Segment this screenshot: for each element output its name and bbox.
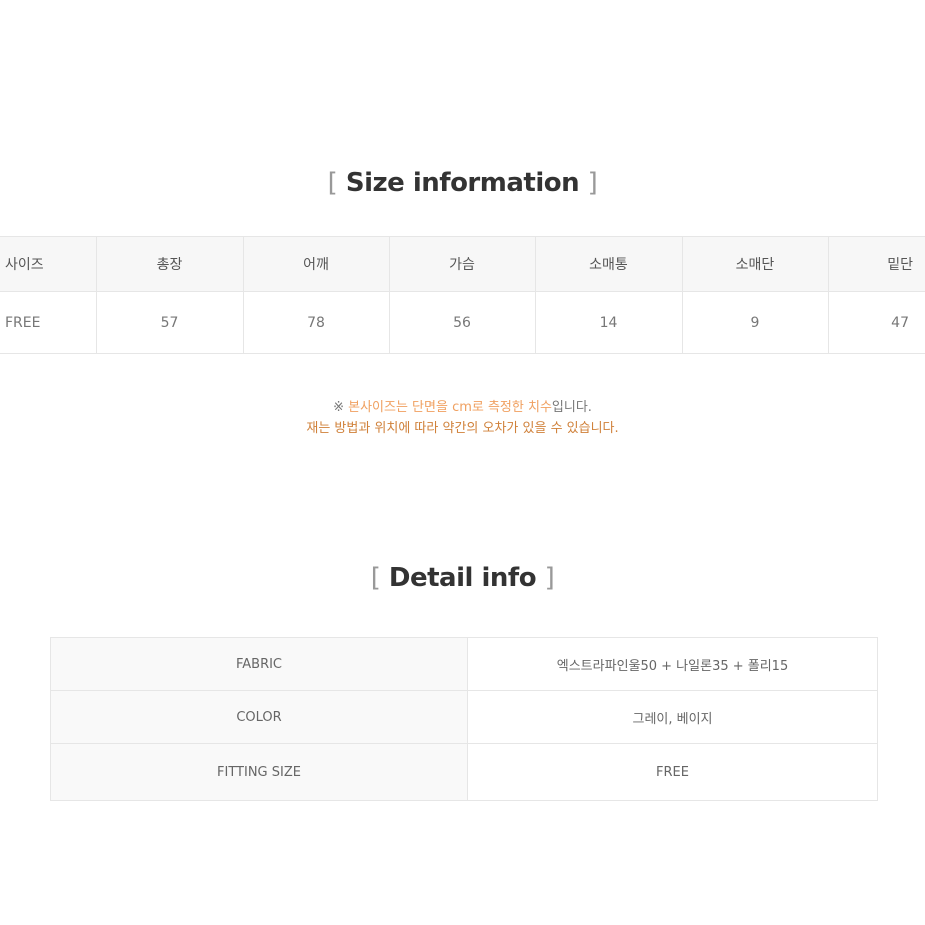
bracket-close: ] <box>544 563 555 593</box>
table-row: FREE 57 78 56 14 9 47 <box>0 291 925 354</box>
detail-value: 엑스트라파인울50 + 나일론35 + 폴리15 <box>467 637 878 691</box>
detail-value: 그레이, 베이지 <box>467 690 878 744</box>
size-cell: 56 <box>388 291 536 354</box>
measurement-note: ※ 본사이즈는 단면을 cm로 측정한 치수입니다. 재는 방법과 위치에 따라… <box>0 397 925 439</box>
size-cell: 78 <box>242 291 390 354</box>
header-cell: 밑단 <box>827 236 925 292</box>
size-table-header: 사이즈 총장 어깨 가슴 소매통 소매단 밑단 <box>0 236 925 292</box>
note-mark: ※ <box>333 400 344 415</box>
detail-info-title: [ Detail info ] <box>0 563 925 593</box>
bracket-close: ] <box>587 168 598 198</box>
header-cell: 사이즈 <box>0 236 97 292</box>
size-cell: FREE <box>0 291 97 354</box>
detail-table: FABRIC 엑스트라파인울50 + 나일론35 + 폴리15 COLOR 그레… <box>50 637 878 801</box>
table-row: FITTING SIZE FREE <box>50 743 878 801</box>
header-cell: 소매통 <box>534 236 683 292</box>
detail-title-text: Detail info <box>388 563 537 593</box>
header-cell: 가슴 <box>388 236 536 292</box>
table-row: FABRIC 엑스트라파인울50 + 나일론35 + 폴리15 <box>50 637 878 691</box>
detail-label: FITTING SIZE <box>50 743 468 801</box>
note-tail: 입니다. <box>551 400 592 415</box>
header-cell: 소매단 <box>681 236 829 292</box>
header-cell: 어깨 <box>242 236 390 292</box>
note-highlight: 본사이즈는 단면을 cm로 측정한 치수 <box>348 400 552 415</box>
size-cell: 14 <box>534 291 683 354</box>
bracket-open: [ <box>327 168 338 198</box>
detail-value: FREE <box>467 743 878 801</box>
size-information-title: [ Size information ] <box>0 168 925 198</box>
size-cell: 57 <box>95 291 244 354</box>
note-line-2: 재는 방법과 위치에 따라 약간의 오차가 있을 수 있습니다. <box>306 421 619 436</box>
size-title-text: Size information <box>345 168 580 198</box>
size-table: 사이즈 총장 어깨 가슴 소매통 소매단 밑단 FREE 57 78 56 14… <box>0 236 925 354</box>
detail-label: COLOR <box>50 690 468 744</box>
header-cell: 총장 <box>95 236 244 292</box>
size-cell: 47 <box>827 291 925 354</box>
bracket-open: [ <box>370 563 381 593</box>
detail-label: FABRIC <box>50 637 468 691</box>
note-line-1: ※ 본사이즈는 단면을 cm로 측정한 치수입니다. <box>0 397 925 418</box>
table-row: COLOR 그레이, 베이지 <box>50 690 878 744</box>
size-cell: 9 <box>681 291 829 354</box>
